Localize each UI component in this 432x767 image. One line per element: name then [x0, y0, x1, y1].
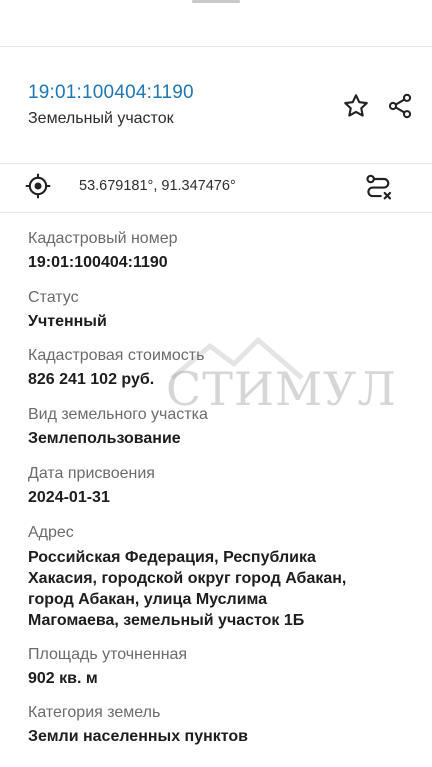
field-value[interactable]: 19:01:100404:1190: [28, 253, 408, 273]
address-line: город Абакан, улица Муслима: [28, 591, 268, 608]
cadastral-number-link[interactable]: 19:01:100404:1190: [28, 82, 194, 104]
divider: [0, 212, 432, 213]
field-value[interactable]: Российская Федерация, Республика Хакасия…: [28, 547, 408, 631]
route-icon[interactable]: [362, 171, 394, 208]
share-icon[interactable]: [384, 90, 416, 122]
field-status: Статус Учтенный: [28, 288, 408, 332]
address-line: Магомаева, земельный участок 1Б: [28, 612, 305, 629]
address-line: Российская Федерация, Республика: [28, 549, 316, 566]
address-line: Хакасия, городской округ город Абакан,: [28, 570, 347, 587]
top-sheet: [0, 0, 432, 47]
field-label: Статус: [28, 289, 79, 306]
field-assignment-date: Дата присвоения 2024-01-31: [28, 464, 408, 508]
field-value: Учтенный: [28, 313, 107, 330]
divider: [0, 163, 432, 164]
watermark-text: СТИМУЛ: [166, 362, 397, 416]
field-value: 902 кв. м: [28, 670, 98, 687]
field-land-category: Категория земель Земли населенных пункто…: [28, 703, 408, 747]
field-area: Площадь уточненная 902 кв. м: [28, 645, 408, 689]
object-type-label: Земельный участок: [28, 110, 174, 127]
target-icon[interactable]: [24, 172, 52, 205]
field-value: Земли населенных пунктов: [28, 728, 249, 745]
field-value: Землепользование: [28, 430, 181, 447]
field-cadastral-number: Кадастровый номер 19:01:100404:1190: [28, 229, 408, 273]
field-label: Кадастровый номер: [28, 230, 178, 247]
field-label: Категория земель: [28, 704, 161, 721]
star-icon[interactable]: [340, 90, 372, 122]
field-value: 2024-01-31: [28, 489, 110, 506]
field-address: Адрес Российская Федерация, Республика Х…: [28, 523, 408, 631]
sheet-grabber[interactable]: [192, 0, 240, 3]
field-label: Площадь уточненная: [28, 646, 188, 663]
field-label: Дата присвоения: [28, 465, 155, 482]
field-label: Адрес: [28, 524, 74, 541]
coordinates-text[interactable]: 53.679181°, 91.347476°: [79, 178, 236, 194]
